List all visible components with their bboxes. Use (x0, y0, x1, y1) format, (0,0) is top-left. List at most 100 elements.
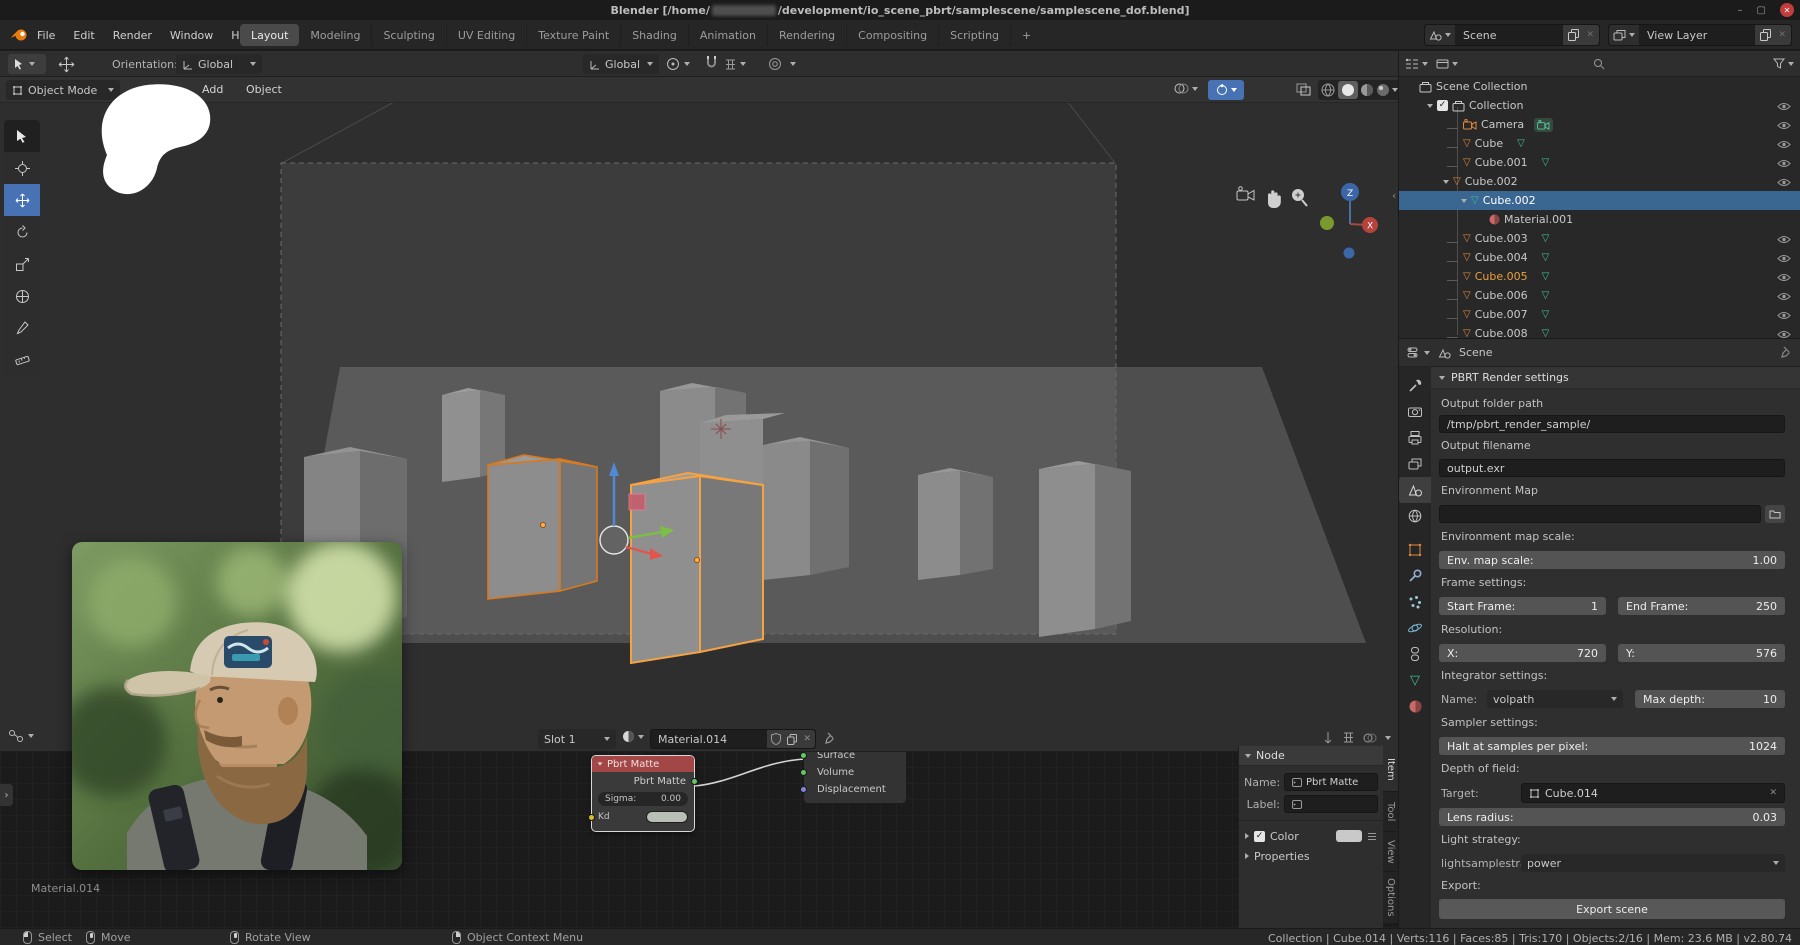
dof-target-field[interactable]: Cube.014 ✕ (1521, 783, 1785, 803)
tab-modeling[interactable]: Modeling (299, 24, 372, 46)
tab-uv-editing[interactable]: UV Editing (447, 24, 527, 46)
cube-right-b[interactable] (918, 468, 993, 580)
row-label[interactable]: Collection (1469, 99, 1523, 112)
outliner-row-camera[interactable]: Camera (1399, 115, 1800, 134)
volume-socket[interactable] (800, 769, 807, 776)
row-label[interactable]: Cube.005 (1475, 270, 1528, 283)
eye-icon[interactable] (1777, 273, 1791, 282)
surface-socket[interactable] (800, 752, 807, 759)
eye-icon[interactable] (1777, 254, 1791, 263)
outliner-row-cube-005[interactable]: ▽ Cube.005 ▽ (1399, 267, 1800, 286)
menu-object[interactable]: Object (246, 83, 282, 96)
clear-target-icon[interactable]: ✕ (1769, 788, 1777, 798)
node-label-field[interactable] (1284, 795, 1378, 813)
output-folder-field[interactable]: /tmp/pbrt_render_sample/ (1439, 415, 1785, 433)
color-checkbox[interactable]: ✓ (1254, 831, 1265, 842)
row-label[interactable]: Scene Collection (1436, 80, 1527, 93)
sigma-slider[interactable]: Sigma: 0.00 (598, 792, 688, 806)
kd-color-swatch[interactable] (646, 811, 688, 823)
displacement-socket[interactable] (800, 786, 807, 793)
halt-samples-slider[interactable]: Halt at samples per pixel: 1024 (1439, 737, 1785, 755)
proportional-editing-toggle[interactable] (768, 57, 782, 71)
sidebar-collapse-arrow[interactable]: ‹ (1392, 189, 1396, 202)
row-label[interactable]: Cube.002 (1483, 194, 1536, 207)
properties-panel-row[interactable]: Properties (1239, 846, 1383, 866)
copy-icon[interactable] (1568, 29, 1579, 41)
node-panel-header[interactable]: Node (1239, 746, 1383, 766)
tab-item[interactable]: Item (1383, 748, 1398, 792)
snapping-group[interactable] (1322, 731, 1391, 744)
row-label[interactable]: Camera (1481, 118, 1524, 131)
node-header[interactable]: Pbrt Matte (592, 756, 694, 772)
fake-user-shield-icon[interactable] (771, 733, 781, 745)
panel-header[interactable]: PBRT Render settings (1431, 367, 1800, 389)
row-label[interactable]: Cube.003 (1475, 232, 1528, 245)
minimize-button[interactable]: – (1738, 5, 1743, 16)
scene-icon[interactable] (1425, 25, 1455, 45)
resolution-y-slider[interactable]: Y: 576 (1618, 644, 1785, 662)
tab-physics[interactable] (1399, 615, 1431, 641)
tab-shading[interactable]: Shading (621, 24, 689, 46)
add-workspace-button[interactable]: + (1011, 24, 1042, 46)
menu-file[interactable]: File (28, 20, 64, 50)
row-label[interactable]: Cube.008 (1475, 327, 1528, 338)
environment-map-browse[interactable] (1765, 505, 1785, 523)
active-cube-b[interactable] (631, 473, 763, 663)
tab-render[interactable] (1399, 399, 1431, 425)
output-filename-field[interactable]: output.exr (1439, 459, 1785, 477)
row-label[interactable]: Cube.001 (1475, 156, 1528, 169)
unlink-scene-icon[interactable]: ✕ (1586, 30, 1594, 40)
environment-map-field[interactable] (1439, 505, 1761, 523)
light-strategy-dropdown[interactable]: power (1521, 854, 1785, 872)
tab-sculpting[interactable]: Sculpting (372, 24, 446, 46)
view-layer-icon[interactable] (1609, 25, 1639, 45)
proportional-falloff-caret[interactable] (790, 62, 796, 66)
tool-cursor[interactable] (4, 152, 40, 184)
tab-tool[interactable]: Tool (1383, 792, 1398, 832)
outliner-row-cube-003[interactable]: ▽ Cube.003 ▽ (1399, 229, 1800, 248)
end-frame-slider[interactable]: End Frame: 250 (1618, 597, 1785, 615)
tab-constraints[interactable] (1399, 641, 1431, 667)
toolbar-expand-arrow[interactable]: › (0, 784, 13, 806)
material-name-field[interactable]: Material.014 ✕ (650, 729, 816, 749)
slot-dropdown[interactable]: Slot 1 (538, 729, 616, 749)
outliner-row-cube-004[interactable]: ▽ Cube.004 ▽ (1399, 248, 1800, 267)
color-panel-row[interactable]: ✓ Color (1239, 826, 1383, 846)
material-name[interactable]: Material.014 (651, 733, 767, 746)
eye-icon[interactable] (1777, 292, 1791, 301)
scene-name[interactable]: Scene (1455, 29, 1563, 42)
outliner-row-cube-006[interactable]: ▽ Cube.006 ▽ (1399, 286, 1800, 305)
eye-icon[interactable] (1777, 140, 1791, 149)
tab-options[interactable]: Options (1383, 872, 1398, 924)
eye-icon[interactable] (1777, 235, 1791, 244)
expander-icon[interactable] (1427, 104, 1433, 108)
maximize-button[interactable]: ▢ (1757, 5, 1766, 16)
row-label[interactable]: Cube.004 (1475, 251, 1528, 264)
properties-editor-dropdown[interactable] (1407, 346, 1430, 359)
row-label[interactable]: Cube (1475, 137, 1503, 150)
gizmos-dropdown[interactable] (1208, 80, 1244, 100)
tool-annotate[interactable] (4, 312, 40, 344)
outliner-row-cube[interactable]: ▽ Cube ▽ (1399, 134, 1800, 153)
close-button[interactable]: ✕ (1780, 3, 1794, 17)
eye-icon[interactable] (1777, 330, 1791, 338)
tab-modifiers[interactable] (1399, 563, 1431, 589)
env-scale-slider[interactable]: Env. map scale: 1.00 (1439, 551, 1785, 569)
blender-logo[interactable] (10, 27, 28, 45)
presets-menu-icon[interactable] (1367, 832, 1377, 841)
row-label[interactable]: Cube.002 (1465, 175, 1518, 188)
dof-target-marker[interactable] (629, 494, 645, 510)
display-mode-dropdown[interactable] (1436, 58, 1458, 70)
pivot-point-dropdown[interactable] (666, 54, 690, 74)
outliner-row-scene-collection[interactable]: Scene Collection (1399, 77, 1800, 96)
view-layer-selector[interactable]: View Layer ✕ (1608, 24, 1792, 46)
eye-icon[interactable] (1777, 121, 1791, 130)
tab-texture-paint[interactable]: Texture Paint (527, 24, 621, 46)
outliner-row-cube-008[interactable]: ▽ Cube.008 ▽ (1399, 324, 1800, 338)
row-label[interactable]: Material.001 (1504, 213, 1573, 226)
outliner-search-field[interactable] (1586, 55, 1765, 73)
transform-orientation-dropdown[interactable]: Global (583, 54, 659, 74)
copy-icon[interactable] (787, 734, 797, 745)
overlays-dropdown[interactable] (1174, 82, 1198, 95)
expander-icon[interactable] (1461, 199, 1467, 203)
